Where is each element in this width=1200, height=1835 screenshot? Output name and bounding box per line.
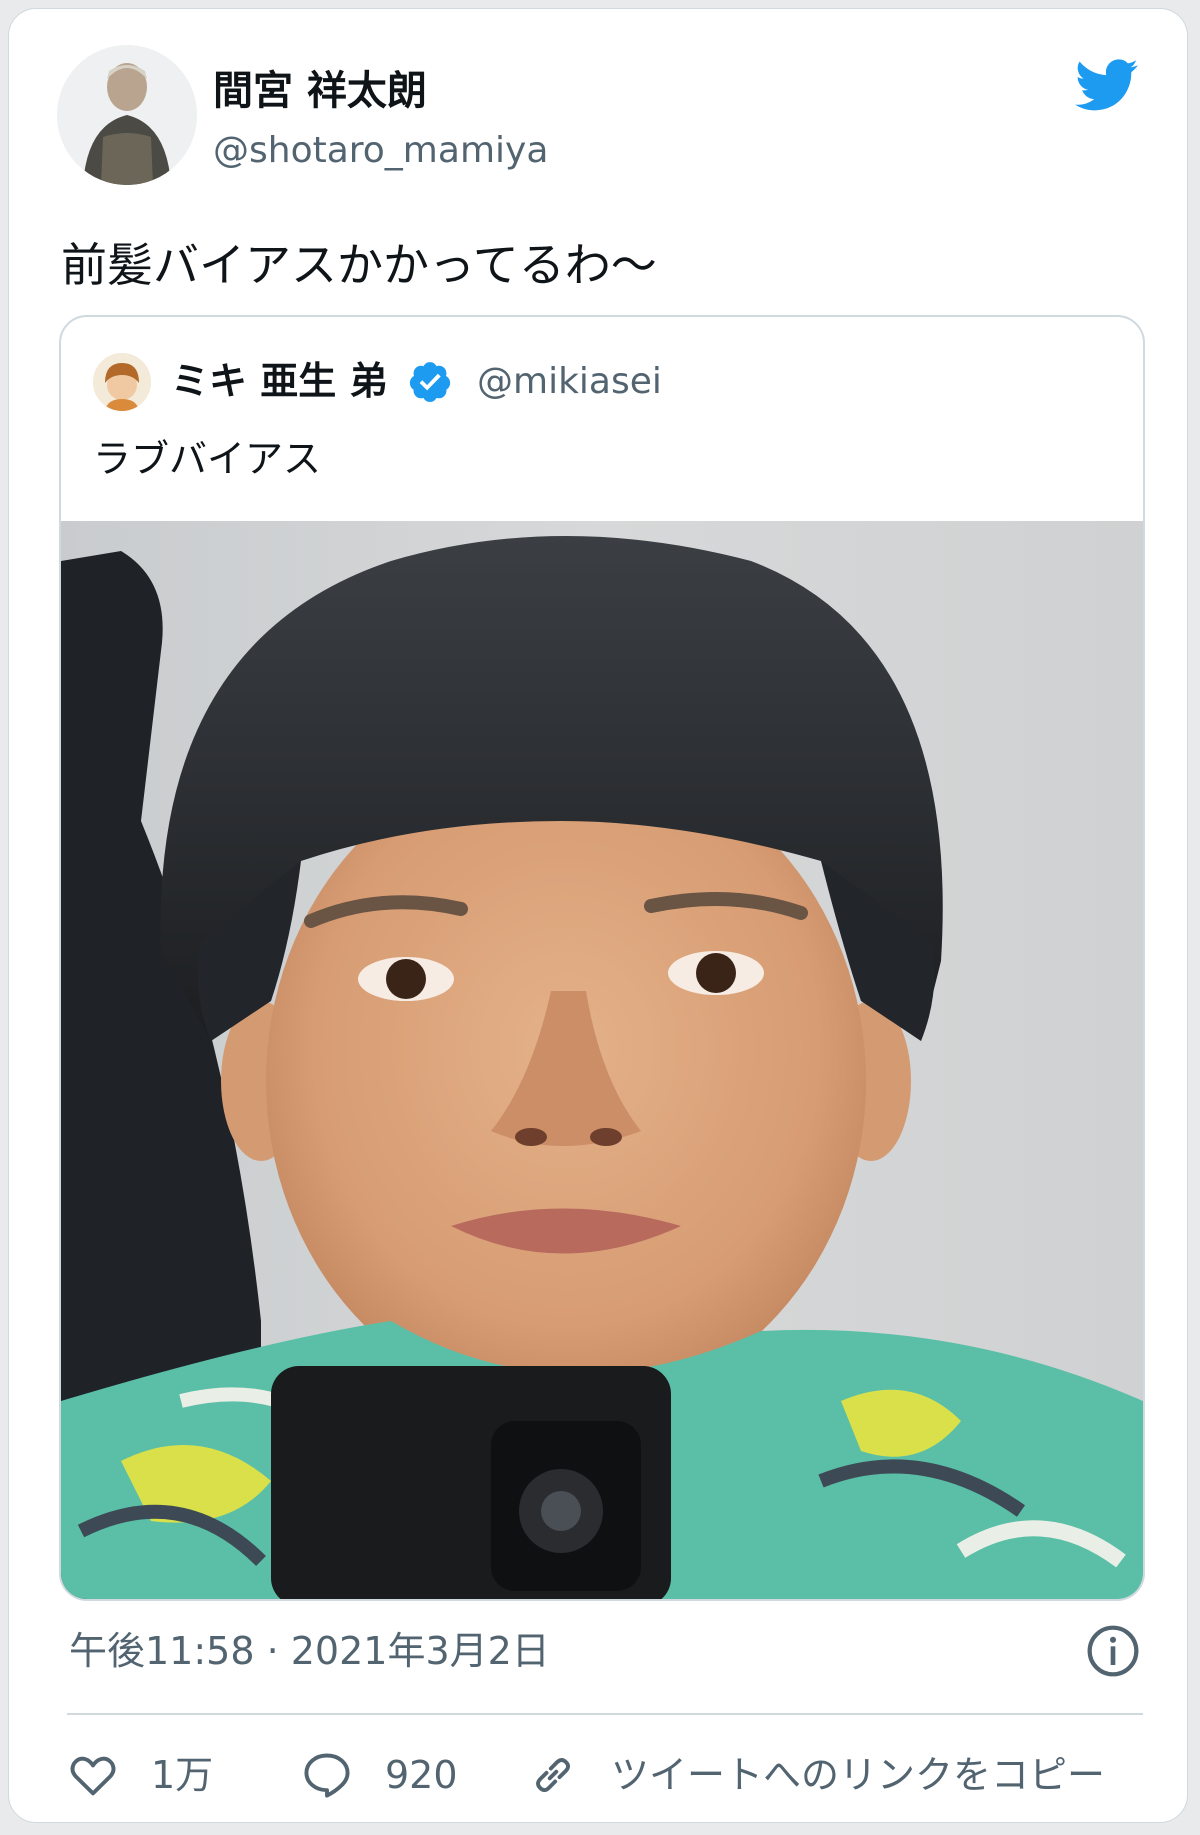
quoted-tweet[interactable]: ミキ 亜生 弟 @mikiasei ラブバイアス bbox=[59, 315, 1145, 1601]
twitter-bird-icon[interactable] bbox=[1069, 53, 1145, 117]
author-avatar[interactable] bbox=[57, 45, 197, 185]
quoted-tweet-text: ラブバイアス bbox=[93, 437, 322, 481]
copy-link-button[interactable]: ツイートへのリンクをコピー bbox=[527, 1747, 1105, 1803]
heart-icon bbox=[70, 1756, 116, 1796]
copy-link-label: ツイートへのリンクをコピー bbox=[611, 1753, 1106, 1797]
tweet-text: 前髪バイアスかかってるわ〜 bbox=[61, 238, 657, 292]
quoted-author-avatar[interactable] bbox=[93, 353, 151, 411]
info-icon[interactable] bbox=[1085, 1623, 1141, 1679]
quoted-tweet-photo[interactable] bbox=[61, 521, 1143, 1599]
tweet-card: 間宮 祥太朗 @shotaro_mamiya 前髪バイアスかかってるわ〜 ミキ … bbox=[8, 8, 1188, 1823]
speech-bubble-icon bbox=[304, 1753, 350, 1798]
tweet-timestamp[interactable]: 午後11:58 · 2021年3月2日 bbox=[69, 1627, 550, 1675]
quoted-author-handle[interactable]: @mikiasei bbox=[477, 359, 662, 405]
divider bbox=[67, 1713, 1143, 1715]
quoted-author-display-name[interactable]: ミキ 亜生 弟 bbox=[171, 357, 387, 405]
link-icon bbox=[536, 1758, 571, 1793]
verified-badge-icon bbox=[409, 362, 451, 402]
reply-button[interactable]: 920 bbox=[301, 1747, 458, 1803]
reply-count: 920 bbox=[385, 1753, 458, 1797]
like-count: 1万 bbox=[151, 1753, 214, 1797]
like-button[interactable]: 1万 bbox=[67, 1747, 213, 1803]
author-display-name[interactable]: 間宮 祥太朗 bbox=[213, 67, 427, 115]
author-handle[interactable]: @shotaro_mamiya bbox=[213, 129, 548, 173]
